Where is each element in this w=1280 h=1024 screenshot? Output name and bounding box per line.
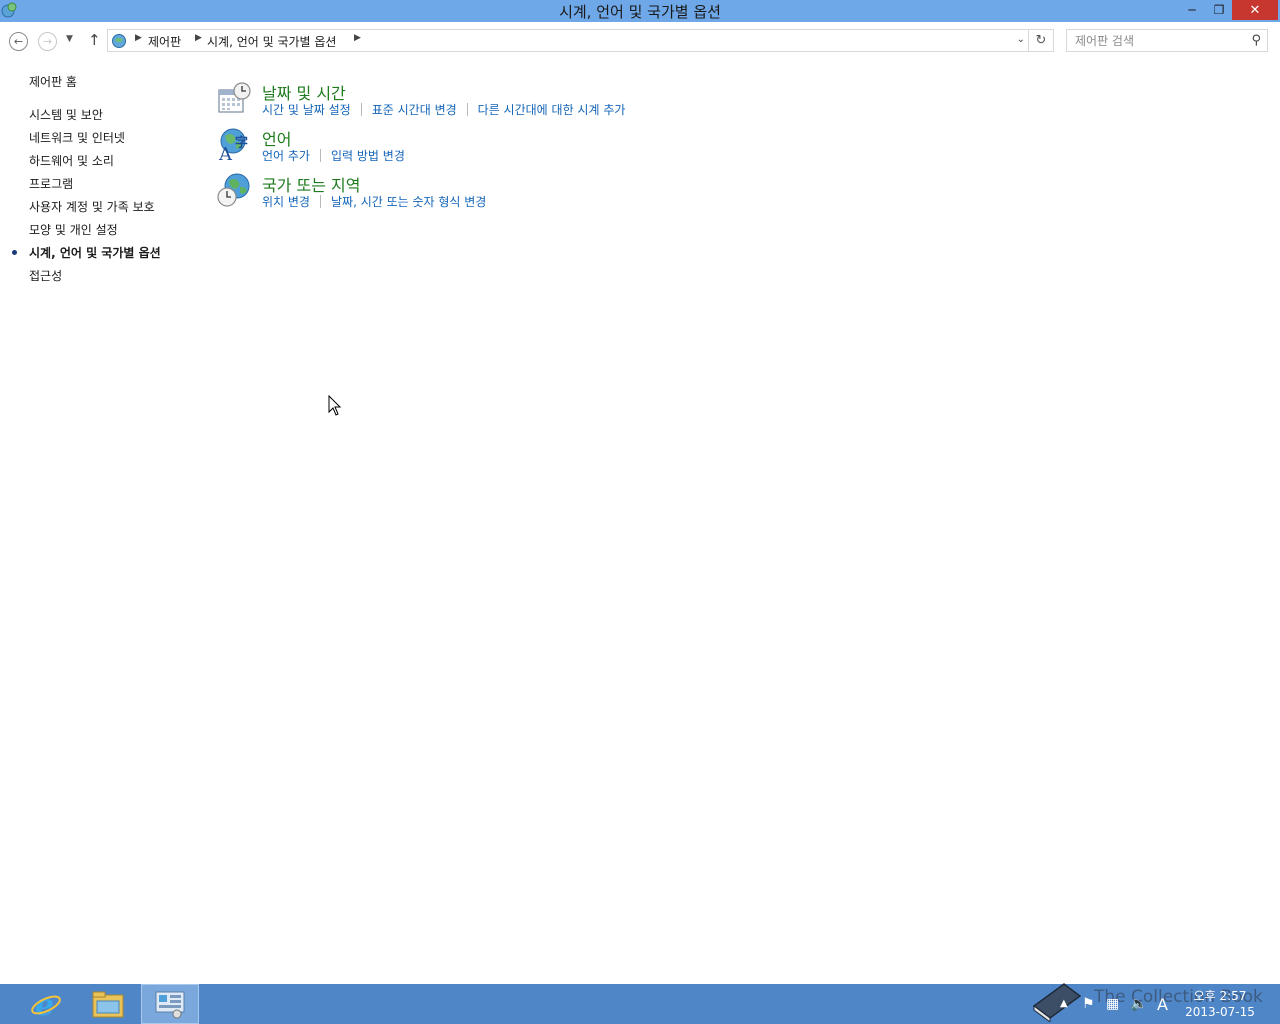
close-button[interactable]: ✕ xyxy=(1232,0,1278,20)
sidebar-item-user-accounts[interactable]: 사용자 계정 및 가족 보호 xyxy=(29,198,155,215)
title-bar: 시계, 언어 및 국가별 옵션 ─ ❐ ✕ xyxy=(0,0,1280,22)
arrow-left-icon: ← xyxy=(13,35,24,48)
maximize-button[interactable]: ❐ xyxy=(1206,0,1232,20)
mouse-cursor-icon xyxy=(328,395,342,416)
clock-time: 오후 2:57 xyxy=(1193,989,1247,1003)
forward-button[interactable]: → xyxy=(38,32,57,51)
internet-explorer-icon: e xyxy=(31,988,61,1020)
link-change-formats[interactable]: 날짜, 시간 또는 숫자 형식 변경 xyxy=(331,195,486,209)
address-bar[interactable]: ▶ 제어판 ▶ 시계, 언어 및 국가별 옵션 ▶ ⌄ xyxy=(107,29,1029,52)
calendar-clock-icon[interactable] xyxy=(216,80,252,116)
link-add-clocks[interactable]: 다른 시간대에 대한 시계 추가 xyxy=(478,103,626,117)
network-icon[interactable]: ▦ xyxy=(1106,996,1119,1012)
up-button[interactable]: ↑ xyxy=(88,31,101,49)
breadcrumb-clock-language-region[interactable]: 시계, 언어 및 국가별 옵션 xyxy=(207,33,336,50)
chevron-down-icon: ▼ xyxy=(66,34,73,44)
taskbar-control-panel[interactable] xyxy=(141,984,199,1024)
refresh-icon: ↻ xyxy=(1035,33,1047,48)
link-divider xyxy=(360,103,362,116)
sidebar-item-appearance[interactable]: 모양 및 개인 설정 xyxy=(29,221,118,238)
volume-icon[interactable]: 🔈 xyxy=(1130,996,1147,1012)
sidebar-item-clock-language-region[interactable]: 시계, 언어 및 국가별 옵션 xyxy=(29,244,161,261)
refresh-button[interactable]: ↻ xyxy=(1029,29,1054,52)
back-button[interactable]: ← xyxy=(9,32,28,51)
sidebar-item-accessibility[interactable]: 접근성 xyxy=(29,267,62,284)
sidebar-item-programs[interactable]: 프로그램 xyxy=(29,175,73,192)
active-item-bullet-icon xyxy=(12,250,17,255)
arrow-right-icon: → xyxy=(42,35,53,48)
category-links: 시간 및 날짜 설정 표준 시간대 변경 다른 시간대에 대한 시계 추가 xyxy=(262,101,625,118)
category-links: 언어 추가 입력 방법 변경 xyxy=(262,147,405,164)
breadcrumb-control-panel[interactable]: 제어판 xyxy=(148,33,181,50)
link-set-time-date[interactable]: 시간 및 날짜 설정 xyxy=(262,103,351,117)
watermark-book-icon xyxy=(1032,983,1082,1022)
recent-locations-button[interactable]: ▼ xyxy=(66,34,73,44)
sidebar-item-system-security[interactable]: 시스템 및 보안 xyxy=(29,106,103,123)
taskbar-file-explorer[interactable] xyxy=(79,984,137,1024)
taskbar: e The Collection Book ▲ ⚑ ▦ 🔈 A 오후 2:57 … xyxy=(0,983,1280,1024)
link-change-location[interactable]: 위치 변경 xyxy=(262,195,310,209)
link-add-language[interactable]: 언어 추가 xyxy=(262,149,310,163)
sidebar-item-network-internet[interactable]: 네트워크 및 인터넷 xyxy=(29,129,125,146)
language-globe-icon[interactable]: A 字 xyxy=(216,126,252,162)
link-change-time-zone[interactable]: 표준 시간대 변경 xyxy=(372,103,457,117)
address-dropdown-icon[interactable]: ⌄ xyxy=(1017,34,1025,45)
show-hidden-icons-button[interactable]: ▲ xyxy=(1060,998,1068,1009)
taskbar-clock[interactable]: 오후 2:57 2013-07-15 xyxy=(1180,988,1260,1020)
action-center-flag-icon[interactable]: ⚑ xyxy=(1082,996,1095,1012)
link-divider xyxy=(319,195,321,208)
search-box[interactable]: ⚲ xyxy=(1066,29,1268,52)
link-divider xyxy=(319,149,321,162)
arrow-up-icon: ↑ xyxy=(88,31,101,49)
navigation-bar: ← → ▼ ↑ ▶ 제어판 ▶ 시계, 언어 및 국가별 옵션 ▶ ⌄ ↻ ⚲ xyxy=(0,22,1280,58)
link-divider xyxy=(466,103,468,116)
breadcrumb-separator-icon[interactable]: ▶ xyxy=(354,33,361,43)
svg-text:字: 字 xyxy=(235,135,248,151)
sidebar-item-control-panel-home[interactable]: 제어판 홈 xyxy=(29,73,77,90)
category-links: 위치 변경 날짜, 시간 또는 숫자 형식 변경 xyxy=(262,193,486,210)
sidebar-item-hardware-sound[interactable]: 하드웨어 및 소리 xyxy=(29,152,114,169)
control-panel-icon xyxy=(155,991,185,1019)
clock-date: 2013-07-15 xyxy=(1185,1005,1255,1019)
file-explorer-icon xyxy=(92,991,124,1018)
region-globe-clock-icon[interactable] xyxy=(216,172,252,208)
taskbar-internet-explorer[interactable]: e xyxy=(17,984,75,1024)
link-change-input-methods[interactable]: 입력 방법 변경 xyxy=(331,149,405,163)
breadcrumb-separator-icon[interactable]: ▶ xyxy=(135,33,142,43)
breadcrumb-separator-icon[interactable]: ▶ xyxy=(195,33,202,43)
search-input[interactable] xyxy=(1067,30,1237,51)
window-title: 시계, 언어 및 국가별 옵션 xyxy=(559,3,721,21)
ime-indicator[interactable]: A xyxy=(1157,995,1168,1014)
svg-text:A: A xyxy=(218,144,233,162)
search-icon[interactable]: ⚲ xyxy=(1251,33,1261,48)
control-panel-icon xyxy=(112,34,126,48)
minimize-button[interactable]: ─ xyxy=(1178,0,1206,20)
